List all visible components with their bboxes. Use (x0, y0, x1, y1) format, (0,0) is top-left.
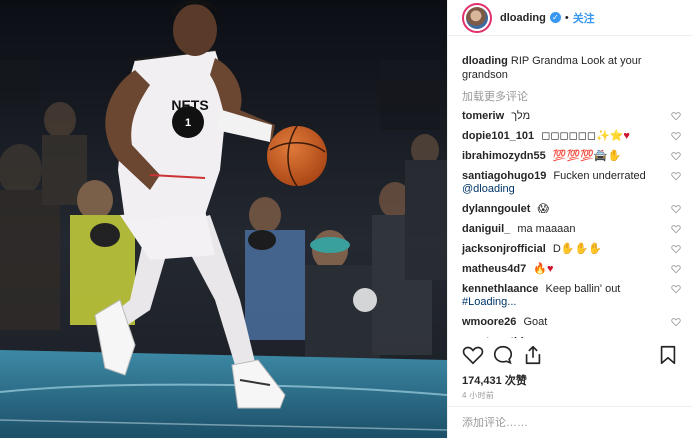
follow-button[interactable]: 关注 (573, 10, 595, 26)
basketball-player-photo: 1 NETS (0, 0, 447, 438)
comment-item: kennethlaance Keep ballin' out #Loading.… (462, 283, 681, 309)
comment-item: daniguil_ ma maaaan (462, 223, 681, 236)
red-heart-emoji: ♥ (546, 263, 554, 275)
comment-text: Goat (523, 316, 548, 328)
comment-username[interactable]: tomeriw (462, 110, 504, 122)
comment-text: 🔥 (533, 263, 547, 275)
comment-like-heart-icon[interactable] (671, 244, 681, 254)
post-actions-bar (448, 344, 692, 368)
comment-text: ◻◻◻◻◻◻ (531, 336, 586, 338)
post-header: dloading ✓ • 关注 (448, 0, 692, 36)
comment-text: מלך (511, 110, 531, 122)
jersey-number: 1 (185, 117, 191, 129)
comment-like-heart-icon[interactable] (671, 337, 681, 338)
comment-item: tomeriw מלך (462, 110, 681, 123)
comment-icon[interactable] (492, 344, 514, 366)
comment-like-heart-icon[interactable] (671, 111, 681, 121)
avatar[interactable] (462, 2, 492, 33)
comment-username[interactable]: dylanngoulet (462, 203, 530, 215)
comment-username[interactable]: grantmurthi (462, 336, 524, 338)
caption-username[interactable]: dloading (462, 55, 508, 67)
avatar-image (466, 6, 488, 29)
comment-text: D✋✋✋ (552, 243, 602, 255)
comment-like-heart-icon[interactable] (671, 131, 681, 141)
comment-item: grantmurthi ◻◻◻◻◻◻ (462, 336, 679, 338)
comment-mention-link[interactable]: @dloading (462, 183, 515, 195)
header-username[interactable]: dloading (500, 12, 546, 24)
comment-like-heart-icon[interactable] (671, 224, 681, 234)
add-comment-input[interactable] (462, 416, 679, 429)
comment-username[interactable]: dopie101_101 (462, 130, 534, 142)
comment-item: ibrahimozydn55 💯💯💯🚔✋ (462, 150, 681, 163)
comment-username[interactable]: jacksonjrofficial (462, 243, 546, 255)
bookmark-icon[interactable] (657, 344, 679, 366)
separator-dot: • (564, 11, 569, 24)
verified-badge-icon: ✓ (549, 12, 561, 23)
comment-username[interactable]: matheus4d7 (462, 263, 526, 275)
load-more-comments-link[interactable]: 加载更多评论 (462, 88, 679, 104)
comment-hashtag-link[interactable]: #Loading... (462, 296, 516, 308)
post-caption: dloading RIP Grandma Look at your grands… (462, 54, 679, 82)
comment-username[interactable]: kennethlaance (462, 283, 538, 295)
comment-username[interactable]: santiagohugo19 (462, 170, 546, 182)
comment-like-heart-icon[interactable] (671, 317, 681, 327)
comments-list[interactable]: dloading RIP Grandma Look at your grands… (448, 54, 692, 338)
comment-text: 😱 (537, 203, 549, 215)
comment-like-heart-icon[interactable] (671, 204, 681, 214)
comment-like-heart-icon[interactable] (671, 151, 681, 161)
comment-text: Fucken underrated (553, 170, 646, 182)
post-sidebar: dloading ✓ • 关注 dloading RIP Grandma Loo… (447, 0, 692, 438)
comment-item: dopie101_101 ◻◻◻◻◻◻✨⭐♥ (462, 130, 681, 143)
post-timestamp[interactable]: 4 小时前 (462, 390, 494, 401)
instagram-post: 1 NETS dloading ✓ • 关注 dloading RIP Gran (0, 0, 692, 438)
comment-username[interactable]: daniguil_ (462, 223, 510, 235)
comment-text: ma maaaan (517, 223, 576, 235)
comment-item: jacksonjrofficial D✋✋✋ (462, 243, 681, 256)
post-photo[interactable]: 1 NETS (0, 0, 447, 438)
comment-like-heart-icon[interactable] (671, 284, 681, 294)
heart-icon[interactable] (462, 344, 484, 366)
comment-text: 💯💯💯🚔✋ (552, 150, 622, 162)
comment-username[interactable]: ibrahimozydn55 (462, 150, 546, 162)
comment-like-heart-icon[interactable] (671, 171, 681, 181)
comment-item: matheus4d7 🔥♥ (462, 263, 681, 276)
comment-text: ◻◻◻◻◻◻✨⭐ (541, 130, 624, 142)
likes-count[interactable]: 174,431 次赞 (462, 372, 527, 388)
comment-item: santiagohugo19 Fucken underrated @dloadi… (462, 170, 681, 196)
add-comment-bar (448, 406, 692, 438)
comment-username[interactable]: wmoore26 (462, 316, 516, 328)
comment-item: wmoore26 Goat (462, 316, 681, 329)
comment-item: dylanngoulet 😱 (462, 203, 681, 216)
comment-text: Keep ballin' out (545, 283, 621, 295)
share-icon[interactable] (522, 344, 544, 366)
jersey-team: NETS (171, 97, 208, 113)
red-heart-emoji: ♥ (623, 130, 630, 142)
comment-like-heart-icon[interactable] (671, 264, 681, 274)
